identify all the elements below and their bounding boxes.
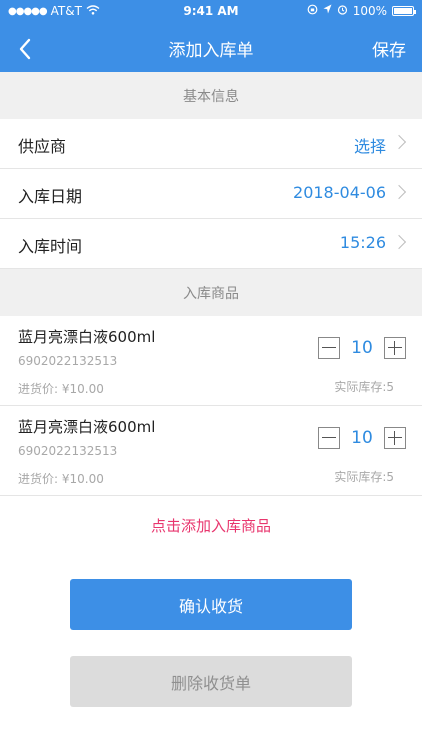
- plus-icon: [388, 437, 402, 438]
- increment-button[interactable]: [384, 427, 406, 449]
- time-row[interactable]: 入库时间 15:26: [0, 219, 422, 269]
- product-name: 蓝月亮漂白液600ml: [18, 328, 156, 346]
- battery-icon: [392, 6, 416, 16]
- section-header-basic-info: 基本信息: [0, 72, 422, 119]
- product-price: 进货价: ¥10.00: [18, 382, 104, 396]
- delete-receipt-button[interactable]: 删除收货单: [70, 656, 352, 707]
- product-stock: 实际库存:5: [334, 470, 394, 484]
- product-item: 蓝月亮漂白液600ml 6902022132513 进货价: ¥10.00 10…: [0, 316, 422, 406]
- supplier-label: 供应商: [18, 137, 67, 156]
- section-header-products: 入库商品: [0, 269, 422, 316]
- minus-icon: [322, 347, 336, 348]
- time-value: 15:26: [339, 233, 386, 252]
- chevron-right-icon: [391, 134, 407, 150]
- product-barcode: 6902022132513: [18, 444, 118, 458]
- increment-button[interactable]: [384, 337, 406, 359]
- chevron-right-icon: [391, 184, 407, 200]
- lock-rotation-icon: [307, 4, 318, 18]
- page-title: 添加入库单: [168, 41, 254, 61]
- location-icon: [323, 4, 332, 18]
- date-row[interactable]: 入库日期 2018-04-06: [0, 169, 422, 219]
- product-price: 进货价: ¥10.00: [18, 472, 104, 486]
- decrement-button[interactable]: [318, 427, 340, 449]
- status-bar: ●●●●● AT&T 9:41 AM 100%: [0, 0, 422, 24]
- add-product-link[interactable]: 点击添加入库商品: [0, 515, 422, 536]
- header: ●●●●● AT&T 9:41 AM 100% 添加入库单 保存: [0, 0, 422, 72]
- product-name: 蓝月亮漂白液600ml: [18, 418, 156, 436]
- plus-icon: [388, 347, 402, 348]
- decrement-button[interactable]: [318, 337, 340, 359]
- supplier-value: 选择: [353, 137, 386, 156]
- minus-icon: [322, 437, 336, 438]
- confirm-receipt-button[interactable]: 确认收货: [70, 579, 352, 630]
- product-item: 蓝月亮漂白液600ml 6902022132513 进货价: ¥10.00 10…: [0, 406, 422, 496]
- save-button[interactable]: 保存: [372, 36, 406, 61]
- product-barcode: 6902022132513: [18, 354, 118, 368]
- alarm-icon: [337, 4, 348, 18]
- supplier-row[interactable]: 供应商 选择: [0, 119, 422, 169]
- date-label: 入库日期: [18, 187, 83, 206]
- quantity-value: 10: [351, 428, 373, 448]
- navbar: 添加入库单 保存: [0, 24, 422, 72]
- date-value: 2018-04-06: [293, 183, 386, 202]
- quantity-value: 10: [351, 338, 373, 358]
- battery-percent: 100%: [352, 4, 387, 18]
- product-stock: 实际库存:5: [334, 380, 394, 394]
- chevron-right-icon: [391, 234, 407, 250]
- time-label: 入库时间: [18, 237, 83, 256]
